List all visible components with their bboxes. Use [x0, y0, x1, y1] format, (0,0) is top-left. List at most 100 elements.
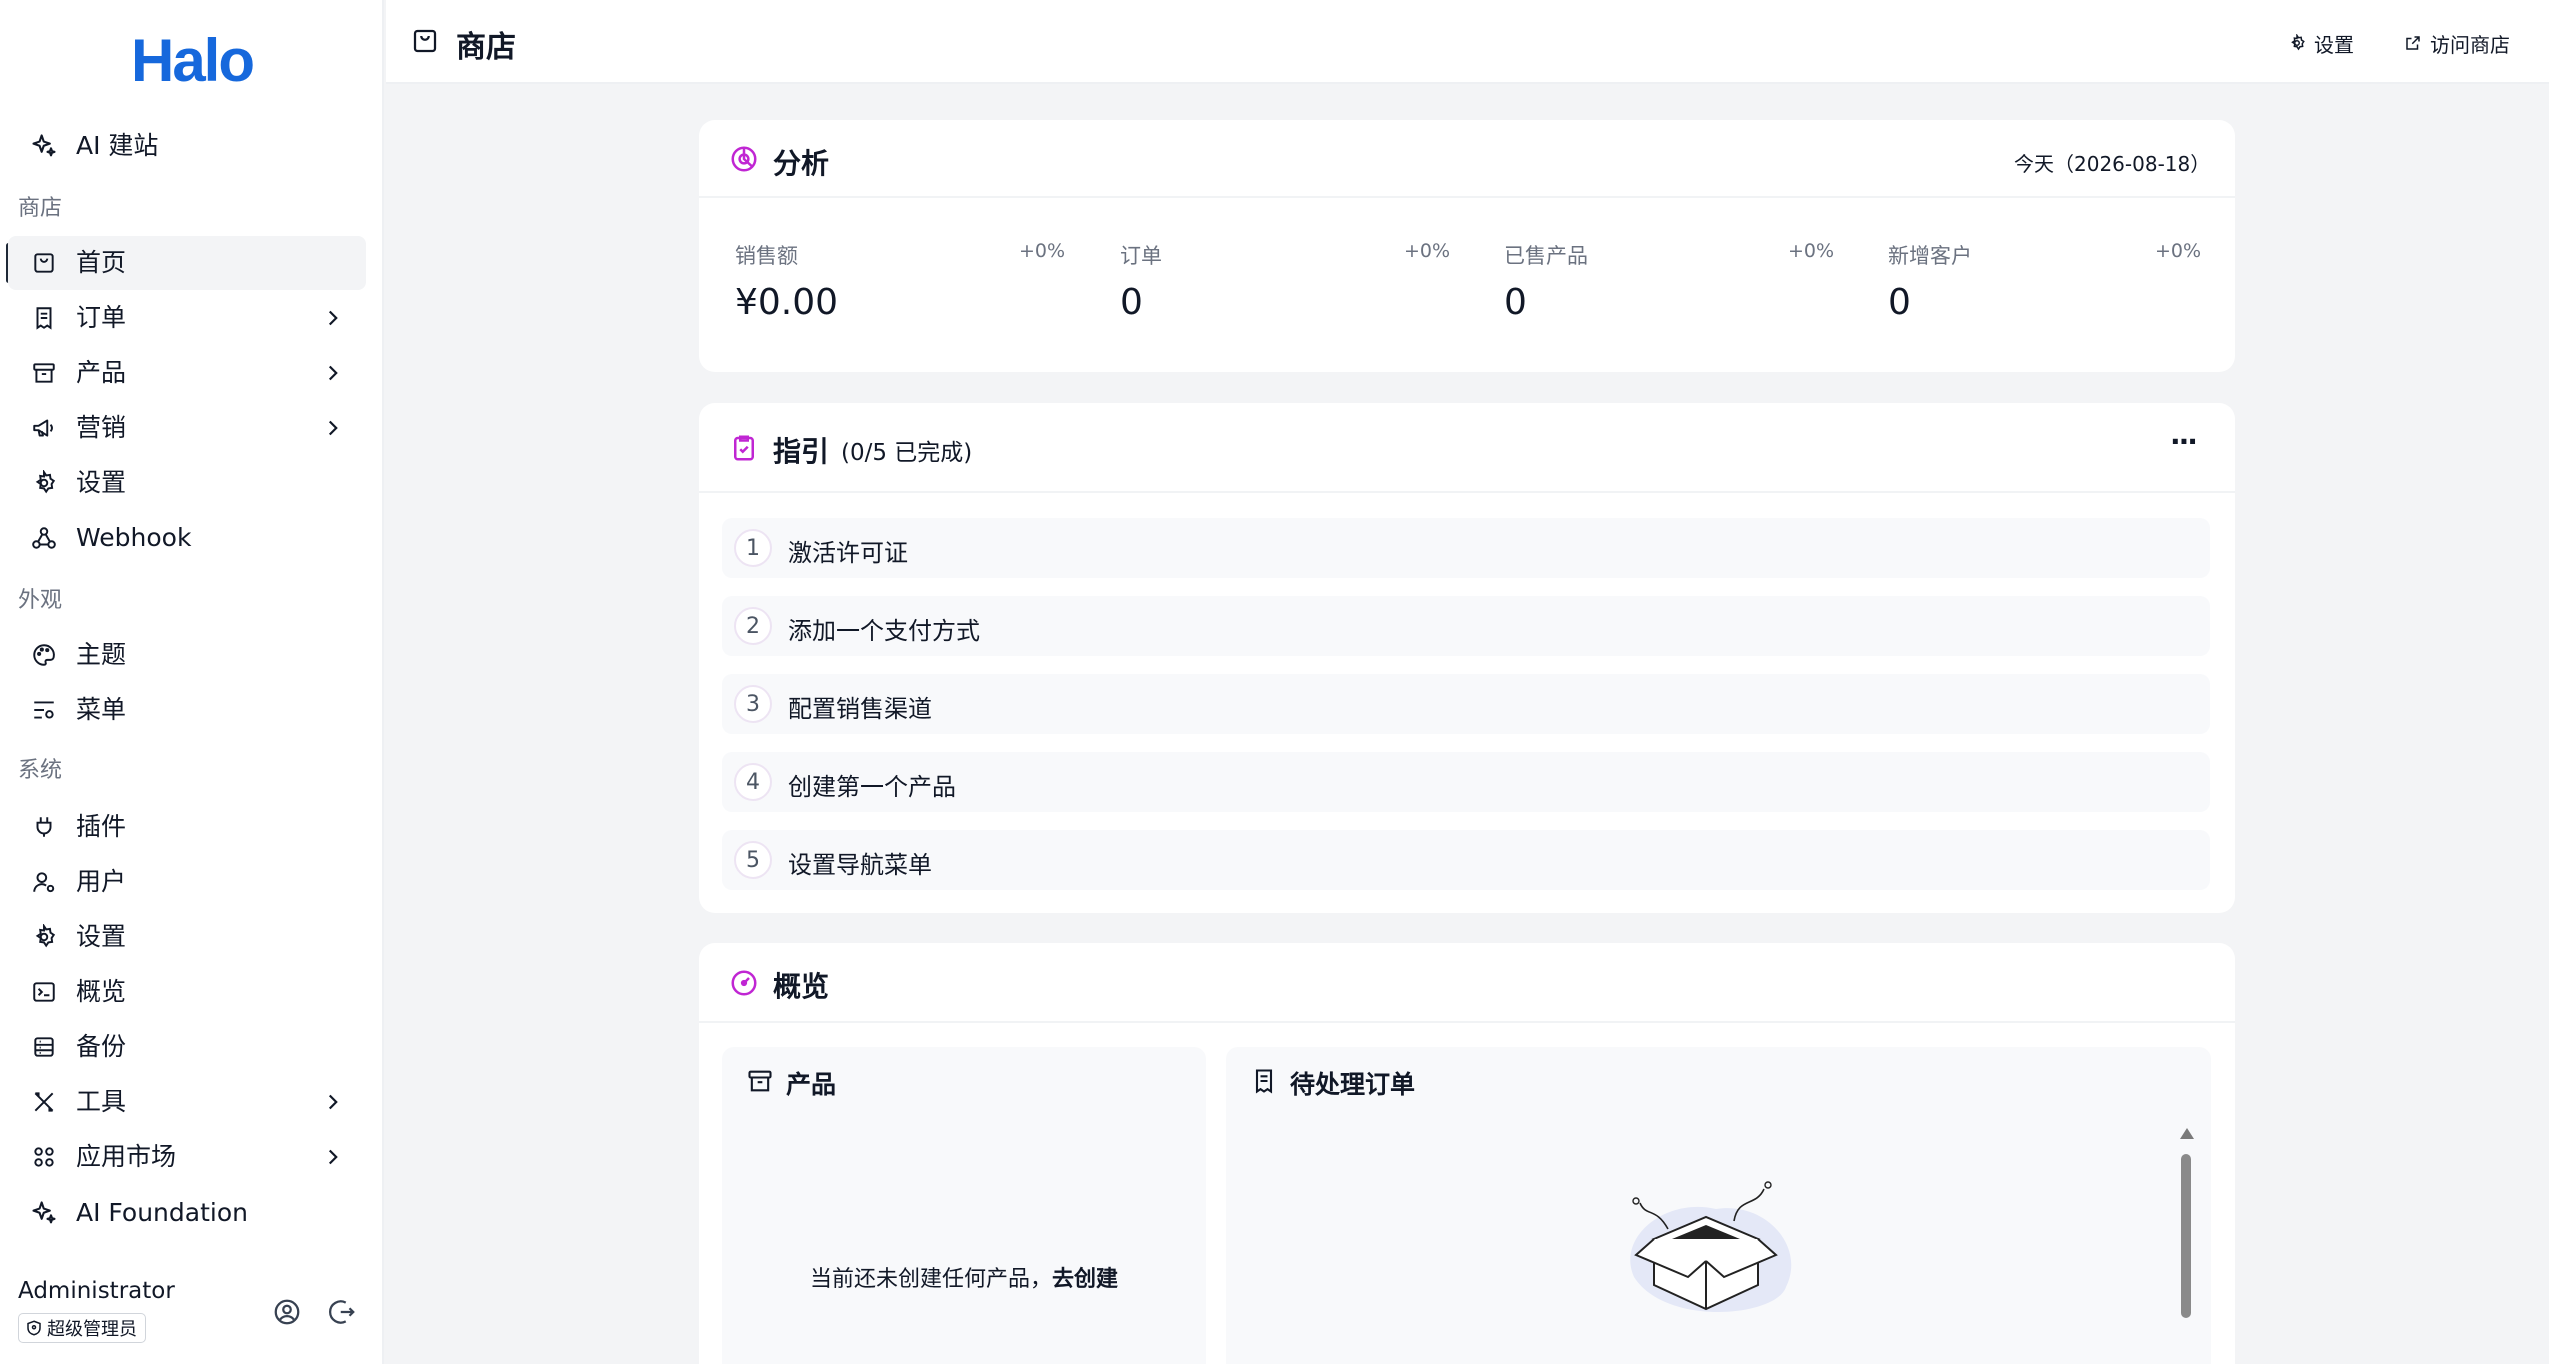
sidebar-item-label: 工具 — [76, 1087, 127, 1116]
sidebar-item-app-market[interactable]: 应用市场 — [8, 1130, 366, 1184]
create-product-link[interactable]: 去创建 — [1052, 1267, 1118, 1292]
sidebar-item-orders[interactable]: 订单 — [8, 291, 366, 345]
sidebar-item-users[interactable]: 用户 — [8, 855, 366, 909]
sidebar-item-themes[interactable]: 主题 — [8, 628, 366, 682]
user-name: Administrator — [18, 1278, 175, 1304]
guide-step[interactable]: 2 添加一个支付方式 — [722, 596, 2210, 656]
external-link-icon — [2404, 34, 2422, 52]
sidebar-item-label: 设置 — [76, 468, 127, 497]
receipt-icon — [1250, 1067, 1278, 1095]
chevron-right-icon — [320, 305, 346, 331]
sidebar-item-plugins[interactable]: 插件 — [8, 800, 366, 854]
date-range-selector[interactable]: 今天（2026-08-18） — [2014, 148, 2210, 177]
guide-progress: (0/5 已完成) — [841, 440, 973, 466]
shield-icon — [25, 1319, 43, 1337]
chevron-right-icon — [320, 360, 346, 386]
bag-icon — [410, 26, 440, 56]
scrollbar[interactable] — [2179, 1128, 2194, 1318]
step-number: 4 — [734, 763, 772, 801]
stat-value: ¥0.00 — [735, 282, 839, 323]
stat-delta: +0% — [1018, 240, 1065, 262]
stat-label: 订单 — [1120, 244, 1162, 268]
logo-text: Halo — [130, 26, 255, 94]
sidebar-item-label: 应用市场 — [76, 1142, 177, 1171]
logout-button[interactable] — [325, 1295, 359, 1329]
stat-sales: 销售额 +0% ¥0.00 — [735, 238, 1065, 338]
group-title-shop: 商店 — [18, 196, 63, 221]
user-settings-icon — [30, 868, 58, 896]
plug-icon — [30, 813, 58, 841]
header-settings-button[interactable]: 设置 — [2288, 28, 2354, 58]
products-panel-title: 产品 — [786, 1070, 837, 1099]
stat-value: 0 — [1504, 282, 1527, 323]
stat-sold-products: 已售产品 +0% 0 — [1504, 238, 1834, 338]
sidebar-item-label: Webhook — [76, 523, 192, 552]
sidebar-item-label: 产品 — [76, 358, 127, 387]
guide-step[interactable]: 3 配置销售渠道 — [722, 674, 2210, 734]
step-label: 添加一个支付方式 — [788, 617, 980, 645]
more-options-button[interactable]: ··· — [2170, 425, 2198, 458]
guide-step[interactable]: 1 激活许可证 — [722, 518, 2210, 578]
sidebar-item-ai-builder[interactable]: AI 建站 — [8, 119, 366, 173]
gear-icon — [2288, 34, 2306, 52]
sidebar-item-webhook[interactable]: Webhook — [8, 511, 366, 565]
guide-title: 指引 — [773, 435, 830, 468]
sidebar-item-tools[interactable]: 工具 — [8, 1075, 366, 1129]
guide-step[interactable]: 4 创建第一个产品 — [722, 752, 2210, 812]
sidebar-item-label: 菜单 — [76, 695, 127, 724]
halo-logo[interactable]: Halo — [0, 22, 384, 98]
step-label: 配置销售渠道 — [788, 695, 932, 723]
scroll-up-arrow[interactable] — [2180, 1128, 2194, 1139]
step-label: 创建第一个产品 — [788, 773, 956, 801]
chevron-right-icon — [320, 1089, 346, 1115]
step-number: 3 — [734, 685, 772, 723]
gear-icon — [30, 469, 58, 497]
sidebar-item-label: AI Foundation — [76, 1198, 248, 1227]
stat-value: 0 — [1888, 282, 1911, 323]
sidebar-item-label: AI 建站 — [76, 131, 159, 160]
sidebar-item-menus[interactable]: 菜单 — [8, 683, 366, 737]
stat-new-customers: 新增客户 +0% 0 — [1888, 238, 2201, 338]
archive-icon — [746, 1067, 774, 1095]
overview-header: 概览 — [699, 943, 2235, 1023]
step-label: 设置导航菜单 — [788, 851, 932, 879]
guide-step[interactable]: 5 设置导航菜单 — [722, 830, 2210, 890]
sidebar-item-label: 订单 — [76, 303, 127, 332]
step-label: 激活许可证 — [788, 539, 908, 567]
stat-label: 新增客户 — [1888, 244, 1972, 268]
sidebar-item-products[interactable]: 产品 — [8, 346, 366, 400]
stat-value: 0 — [1120, 282, 1143, 323]
visit-store-link[interactable]: 访问商店 — [2404, 28, 2510, 58]
stat-delta: +0% — [1403, 240, 1450, 262]
sidebar-item-overview[interactable]: 概览 — [8, 965, 366, 1019]
analytics-title: 分析 — [773, 147, 830, 180]
chart-pie-icon — [729, 144, 759, 174]
user-circle-icon — [272, 1297, 302, 1327]
palette-icon — [30, 641, 58, 669]
apps-icon — [30, 1143, 58, 1171]
sidebar-item-system-settings[interactable]: 设置 — [8, 910, 366, 964]
sparkle-icon — [30, 132, 58, 160]
role-badge: 超级管理员 — [18, 1313, 146, 1343]
sidebar-item-home[interactable]: 首页 — [8, 236, 366, 290]
products-panel: 产品 当前还未创建任何产品，去创建 — [722, 1047, 1206, 1364]
step-number: 1 — [734, 529, 772, 567]
stat-label: 销售额 — [735, 244, 798, 268]
sidebar-item-backup[interactable]: 备份 — [8, 1020, 366, 1074]
sidebar-item-marketing[interactable]: 营销 — [8, 401, 366, 455]
analytics-card: 分析 今天（2026-08-18） 销售额 +0% ¥0.00 订单 +0% 0… — [699, 120, 2235, 372]
chevron-right-icon — [320, 415, 346, 441]
terminal-icon — [30, 978, 58, 1006]
stat-label: 已售产品 — [1504, 244, 1588, 268]
clipboard-check-icon — [729, 433, 759, 463]
sidebar-item-ai-foundation[interactable]: AI Foundation — [8, 1186, 366, 1240]
overview-title: 概览 — [773, 970, 830, 1003]
sidebar-item-shop-settings[interactable]: 设置 — [8, 456, 366, 510]
role-label: 超级管理员 — [47, 1319, 137, 1340]
pending-orders-panel: 待处理订单 — [1226, 1047, 2211, 1364]
sidebar-item-label: 主题 — [76, 640, 127, 669]
sidebar-item-label: 首页 — [76, 248, 127, 277]
scrollbar-thumb[interactable] — [2181, 1154, 2191, 1318]
profile-button[interactable] — [270, 1295, 304, 1329]
empty-box-illustration — [1606, 1167, 1806, 1327]
